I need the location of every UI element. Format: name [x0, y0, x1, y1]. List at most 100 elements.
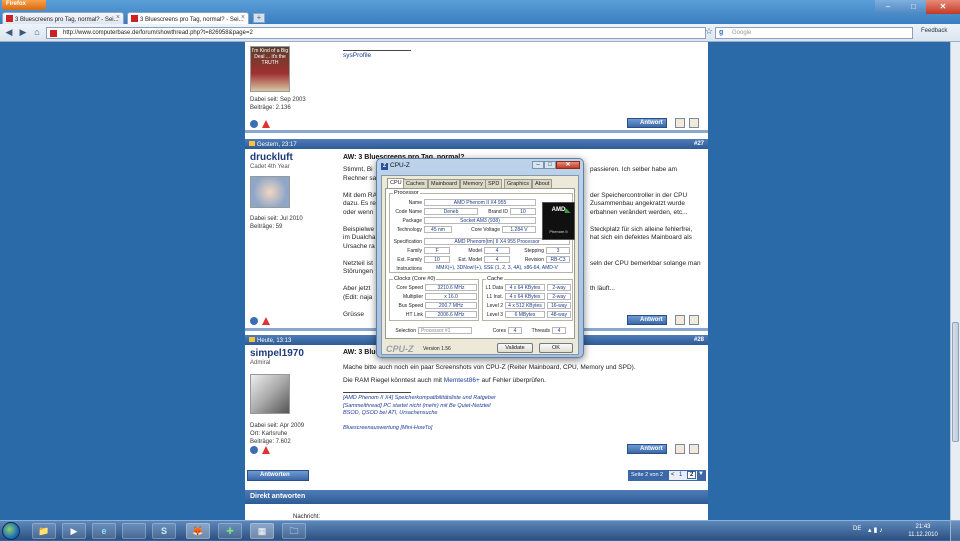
close-tab-icon[interactable]: ×	[241, 14, 245, 21]
l1-data: 4 x 64 KBytes	[505, 284, 545, 291]
reply-button[interactable]: Antwort	[627, 118, 667, 128]
cpu-panel: Processor Name AMD Phenom II X4 955 Code…	[385, 188, 575, 339]
tab-graphics[interactable]: Graphics	[504, 179, 533, 188]
memtest-link[interactable]: Memtest86+	[444, 377, 480, 384]
post-number[interactable]: #27	[694, 141, 704, 147]
post-header: Gestern, 23:17 #27	[245, 139, 708, 149]
reply-button[interactable]: Antwort	[627, 444, 667, 454]
scrollbar-thumb[interactable]	[952, 322, 959, 442]
clock[interactable]: 21:43 11.12.2010	[903, 523, 943, 539]
folder-icon[interactable]: 🗀	[282, 523, 306, 539]
feedback-button[interactable]: Feedback	[921, 28, 947, 34]
profile-icon[interactable]	[250, 446, 258, 454]
new-reply-button[interactable]: Antworten	[247, 470, 309, 481]
cpuz-app-icon: Z	[381, 163, 388, 170]
search-input[interactable]: g Google	[715, 27, 913, 39]
new-tab-button[interactable]: +	[253, 13, 265, 23]
username[interactable]: druckluft	[250, 152, 293, 163]
sysprofile-link[interactable]: sysProfile	[343, 52, 371, 60]
skype-icon[interactable]: S	[152, 523, 176, 539]
multiquote-icon[interactable]	[675, 315, 685, 325]
media-player-icon[interactable]: ▶	[62, 523, 86, 539]
home-icon[interactable]: ⌂	[31, 27, 43, 39]
reply-button[interactable]: Antwort	[627, 315, 667, 325]
prev-page-link[interactable]: <	[671, 472, 675, 478]
cpuz-taskbar-icon[interactable]: ▦	[250, 523, 274, 539]
tray-icons[interactable]: ▴ ▮ ♪	[868, 526, 883, 534]
tab-1[interactable]: 3 Bluescreens pro Tag, normal? - Sei... …	[2, 12, 124, 24]
sig-link[interactable]: [Sammelthread] PC startet nicht (mehr) m…	[343, 403, 496, 411]
post-number[interactable]: #28	[694, 337, 704, 343]
navigation-bar: ◀ ▶ ⌂ http://www.computerbase.de/forum/s…	[0, 24, 960, 42]
page-scrollbar[interactable]	[950, 42, 960, 520]
post-separator	[245, 130, 708, 133]
close-tab-icon[interactable]: ×	[116, 14, 120, 21]
cpuz-minimize-button[interactable]: –	[532, 161, 544, 169]
current-page: 2	[687, 471, 697, 479]
sig-link[interactable]: Bluescreenauswertung [Mini-HowTo]	[343, 425, 496, 433]
close-window-button[interactable]: ✕	[926, 0, 960, 14]
quote-icon[interactable]	[689, 444, 699, 454]
ok-button[interactable]: OK	[539, 343, 573, 353]
app-icon[interactable]	[122, 523, 146, 539]
processor-select[interactable]: Processor #1	[418, 327, 472, 334]
cpuz-maximize-button[interactable]: □	[544, 161, 556, 169]
sig-link[interactable]: BSOD, QSOD bei ATI, Ursachensuche	[343, 410, 496, 418]
firefox-icon[interactable]: 🦊	[186, 523, 210, 539]
cpuz-close-button[interactable]: ✕	[556, 161, 580, 169]
tab-mainboard[interactable]: Mainboard	[428, 179, 460, 188]
username[interactable]: simpel1970	[250, 348, 304, 359]
cpu-stepping: 3	[546, 247, 570, 254]
tab-caches[interactable]: Caches	[403, 179, 428, 188]
star-icon[interactable]: ☆	[703, 26, 715, 38]
utility-icon[interactable]: ✚	[218, 523, 242, 539]
profile-icon[interactable]	[250, 120, 258, 128]
quote-icon[interactable]	[689, 315, 699, 325]
sig-link[interactable]: [AMD Phenom II X4] Speicherkompatibilitä…	[343, 395, 496, 403]
tab-2[interactable]: 3 Bluescreens pro Tag, normal? - Sei... …	[127, 12, 249, 24]
user-post-count: Beiträge: 59	[250, 224, 283, 230]
cpuz-window[interactable]: Z CPU-Z – □ ✕ CPU Caches Mainboard Memory…	[376, 158, 584, 358]
processor-group: Processor Name AMD Phenom II X4 955 Code…	[389, 190, 575, 273]
cpu-name: AMD Phenom II X4 955	[424, 199, 536, 206]
pagination: Seite 2 von 2 < 1 2 ▼	[628, 470, 706, 481]
warning-icon[interactable]	[262, 446, 270, 454]
tab-spd[interactable]: SPD	[485, 179, 503, 188]
user-joined: Dabei seit: Sep 2003	[250, 97, 306, 103]
explorer-icon[interactable]: 📁	[32, 523, 56, 539]
cpuz-version: Version 1.56	[423, 346, 451, 352]
tab-cpu[interactable]: CPU	[387, 178, 405, 188]
back-arrow-icon[interactable]: ◀	[3, 27, 15, 39]
post-icons	[250, 120, 274, 130]
minimize-button[interactable]: –	[875, 0, 901, 14]
ht-link: 2006.6 MHz	[425, 311, 477, 318]
internet-explorer-icon[interactable]: e	[92, 523, 116, 539]
multiquote-icon[interactable]	[675, 444, 685, 454]
user-joined: Dabei seit: Apr 2009	[250, 423, 305, 429]
forward-arrow-icon[interactable]: ▶	[17, 27, 29, 39]
warning-icon[interactable]	[262, 317, 270, 325]
tab-memory[interactable]: Memory	[460, 179, 486, 188]
firefox-menu-button[interactable]: Firefox	[2, 0, 46, 10]
page-1-link[interactable]: 1	[679, 472, 682, 478]
quote-icon[interactable]	[689, 118, 699, 128]
cache-group: Cache L1 Data 4 x 64 KBytes 2-way L1 Ins…	[482, 276, 573, 321]
level-2: 4 x 512 KBytes	[505, 302, 545, 309]
multiquote-icon[interactable]	[675, 118, 685, 128]
avatar	[250, 374, 290, 414]
page-dropdown-icon[interactable]: ▼	[697, 471, 705, 480]
bus-speed: 200.7 MHz	[425, 302, 477, 309]
profile-icon[interactable]	[250, 317, 258, 325]
multiplier: x 16.0	[425, 293, 477, 300]
warning-icon[interactable]	[262, 120, 270, 128]
validate-button[interactable]: Validate	[497, 343, 533, 353]
input-language[interactable]: DE	[853, 526, 861, 532]
cpuz-title: Z CPU-Z	[381, 162, 410, 170]
start-button[interactable]	[2, 522, 20, 540]
cpuz-body: CPU Caches Mainboard Memory SPD Graphics…	[381, 175, 579, 355]
show-desktop-button[interactable]	[950, 521, 960, 541]
maximize-button[interactable]: □	[901, 0, 926, 14]
url-bar[interactable]: http://www.computerbase.de/forum/showthr…	[46, 27, 706, 39]
tab-about[interactable]: About	[532, 179, 553, 188]
user-post-count: Beiträge: 2.136	[250, 105, 291, 111]
